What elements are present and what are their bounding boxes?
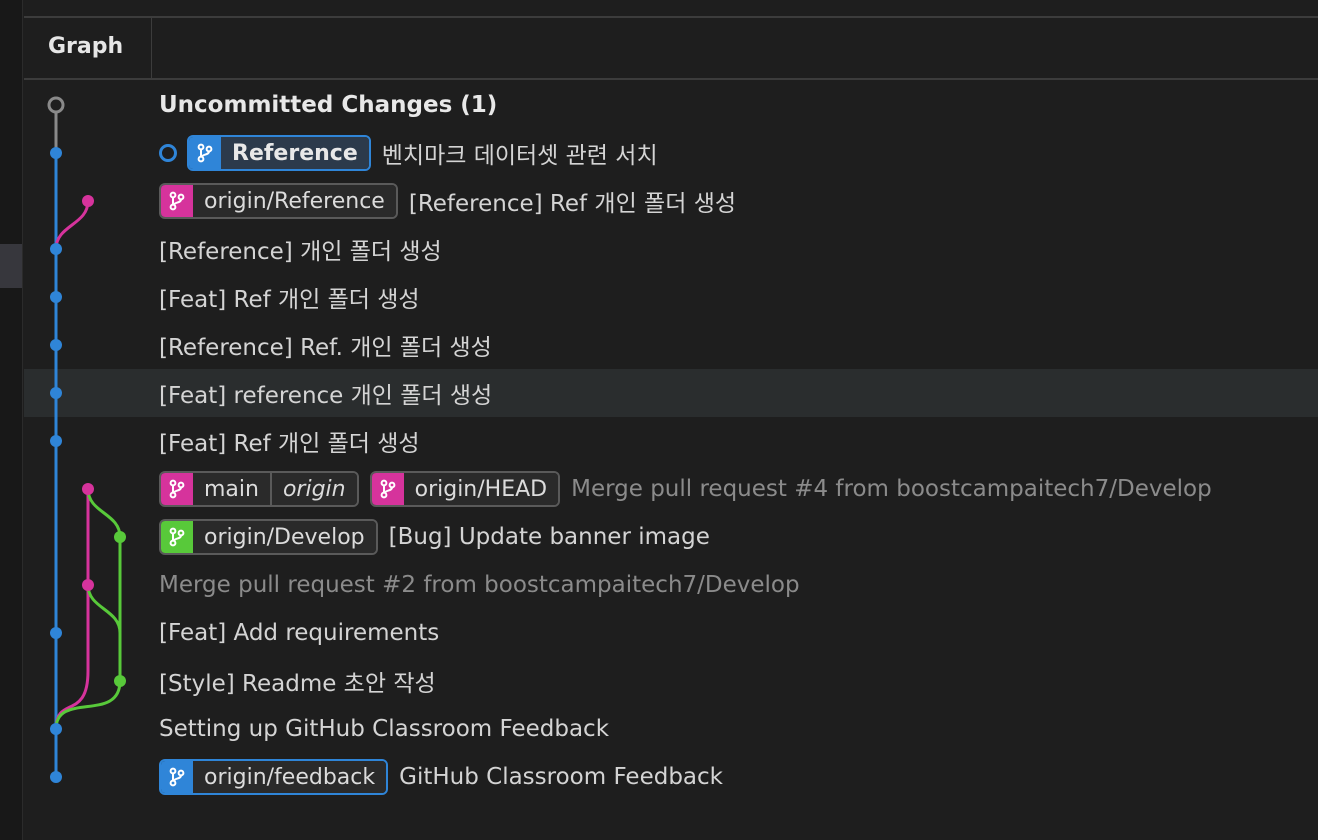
commit-row-content: origin/feedback GitHub Classroom Feedback [159,753,723,801]
commit-node[interactable] [82,195,94,207]
main-graph-edge [54,489,90,730]
commit-row[interactable]: [Style] Readme 초안 작성 [24,657,1318,705]
active-view-indicator[interactable] [0,244,22,288]
branch-icon-holder [161,761,193,793]
branch-badge[interactable]: origin/Reference [159,183,398,219]
commit-node[interactable] [50,435,62,447]
commit-message: Merge pull request #4 from boostcampaite… [571,476,1212,502]
uncommitted-node[interactable] [47,96,65,114]
commit-row[interactable]: Uncommitted Changes (1) [24,81,1318,129]
commit-row-content: [Feat] Ref 개인 폴더 생성 [159,273,420,321]
commit-message: Setting up GitHub Classroom Feedback [159,716,610,742]
graph-header: Graph [24,18,1318,80]
activity-strip [0,0,23,840]
git-graph-panel: Graph Uncommitted Changes (1) Reference 벤치… [24,0,1318,840]
commit-message: GitHub Classroom Feedback [399,764,723,790]
origin-reference-graph-edge [54,200,90,250]
branch-icon [169,527,185,547]
commit-row[interactable]: origin/feedback GitHub Classroom Feedback [24,753,1318,801]
branch-badge-label: Reference [221,137,369,169]
commit-row-content: [Reference] 개인 폴더 생성 [159,225,442,273]
commit-message: [Reference] 개인 폴더 생성 [159,239,442,265]
branch-badge[interactable]: origin/feedback [159,759,389,795]
branch-badge-remote: origin [269,473,357,505]
commit-row-content: [Feat] Add requirements [159,609,439,657]
commit-graph [47,96,126,783]
commit-row-content: origin/Reference [Reference] Ref 개인 폴더 생성 [159,177,736,225]
commit-row[interactable]: Setting up GitHub Classroom Feedback [24,705,1318,753]
commit-message: [Feat] Add requirements [159,620,440,646]
commit-row[interactable]: [Feat] Add requirements [24,609,1318,657]
commit-node[interactable] [82,579,94,591]
branch-icon [169,191,185,211]
commit-row[interactable]: main origin origin/HEAD Merge pull request … [24,465,1318,513]
branch-badge[interactable]: origin/Develop [159,519,378,555]
head-indicator-icon [159,144,177,162]
branch-icon [197,143,213,163]
commit-row-content: origin/Develop [Bug] Update banner image [159,513,710,561]
branch-icon-holder [189,137,221,169]
commit-row[interactable]: [Reference] Ref. 개인 폴더 생성 [24,321,1318,369]
commit-node[interactable] [50,339,62,351]
branch-icon-holder [161,473,193,505]
commit-node[interactable] [50,771,62,783]
commit-row-content: [Style] Readme 초안 작성 [159,657,436,705]
commit-row[interactable]: Merge pull request #2 from boostcampaite… [24,561,1318,609]
branch-badge-label: main [193,473,270,505]
branch-icon [169,767,185,787]
commit-row[interactable]: [Feat] reference 개인 폴더 생성 [24,369,1318,417]
branch-icon-holder [161,521,193,553]
commit-node[interactable] [50,627,62,639]
branch-badge-label: origin/feedback [193,761,387,793]
commit-node[interactable] [114,531,126,543]
branch-badge[interactable]: origin/HEAD [369,471,561,507]
commit-node[interactable] [50,147,62,159]
commit-row-content: Uncommitted Changes (1) [159,81,497,129]
commit-row-content: [Reference] Ref. 개인 폴더 생성 [159,321,492,369]
commit-node[interactable] [50,723,62,735]
branch-badge-label: origin/Reference [193,185,396,217]
commit-row-content: [Feat] reference 개인 폴더 생성 [159,369,492,417]
branch-icon [380,479,396,499]
branch-badge[interactable]: main origin [159,471,359,507]
commit-node[interactable] [50,387,62,399]
commit-row-content: [Feat] Ref 개인 폴더 생성 [159,417,420,465]
commit-row[interactable]: [Feat] Ref 개인 폴더 생성 [24,417,1318,465]
develop-merge-edge-2 [86,584,122,634]
commit-row-content: Merge pull request #2 from boostcampaite… [159,561,800,609]
commit-row[interactable]: [Reference] 개인 폴더 생성 [24,225,1318,273]
commit-message: Merge pull request #2 from boostcampaite… [159,572,800,598]
commit-message: [Reference] Ref. 개인 폴더 생성 [159,335,492,361]
commit-node[interactable] [50,291,62,303]
commit-message: [Style] Readme 초안 작성 [159,671,436,697]
commit-message: Uncommitted Changes (1) [159,92,498,118]
branch-badge-label: origin/Develop [193,521,376,553]
commit-message: [Bug] Update banner image [388,524,710,550]
develop-merge-edge-4 [86,488,122,538]
commit-message: [Feat] Ref 개인 폴더 생성 [159,287,420,313]
branch-icon [169,479,185,499]
commit-row-content: Reference 벤치마크 데이터셋 관련 서치 [159,129,658,177]
commit-node[interactable] [50,243,62,255]
commit-message: [Feat] Ref 개인 폴더 생성 [159,431,420,457]
commit-message: [Reference] Ref 개인 폴더 생성 [408,191,737,217]
commit-row[interactable]: [Feat] Ref 개인 폴더 생성 [24,273,1318,321]
commit-row-content: Setting up GitHub Classroom Feedback [159,705,609,753]
commit-message: [Feat] reference 개인 폴더 생성 [159,383,493,409]
branch-badge[interactable]: Reference [187,135,371,171]
commit-row[interactable]: origin/Reference [Reference] Ref 개인 폴더 생성 [24,177,1318,225]
branch-icon-holder [371,473,404,505]
commit-row[interactable]: Reference 벤치마크 데이터셋 관련 서치 [24,129,1318,177]
develop-base-edge [54,680,122,730]
commit-message: 벤치마크 데이터셋 관련 서치 [381,143,658,169]
commit-node[interactable] [82,483,94,495]
commit-row-content: main origin origin/HEAD Merge pull request … [159,465,1212,513]
branch-icon-holder [161,185,193,217]
commit-row[interactable]: origin/Develop [Bug] Update banner image [24,513,1318,561]
branch-badge-label: origin/HEAD [403,473,559,505]
commit-node[interactable] [114,675,126,687]
